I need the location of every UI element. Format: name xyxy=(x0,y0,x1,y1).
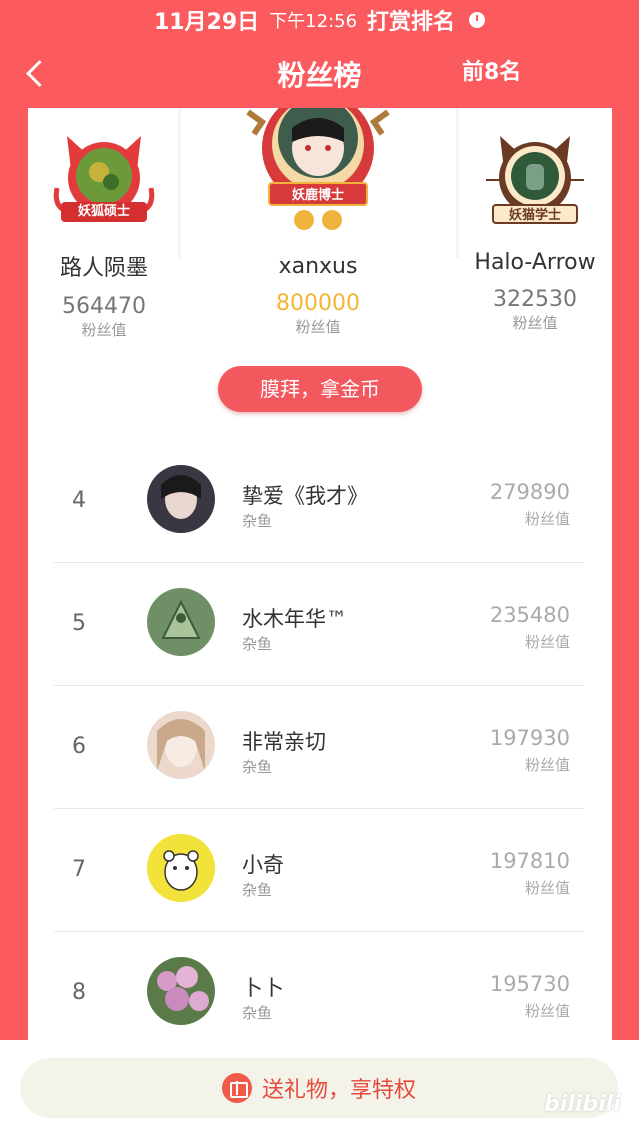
navigation-bar: 粉丝榜 前8名 xyxy=(0,40,639,106)
alarm-clock-icon xyxy=(469,12,486,28)
user-name: 挚爱《我才》 xyxy=(242,484,368,508)
avatar xyxy=(147,588,215,656)
rank-number: 8 xyxy=(72,980,86,1005)
worship-button[interactable]: 膜拜，拿金币 xyxy=(218,366,422,412)
avatar xyxy=(147,957,215,1025)
fan-score: 197930 xyxy=(489,726,570,750)
podium-value: 564470 xyxy=(62,294,146,319)
badge-ribbon: 妖狐硕士 xyxy=(61,202,147,222)
user-level: 杂鱼 xyxy=(242,635,273,653)
podium-rank-3[interactable]: 妖猫学士 Halo-Arrow 322530 粉丝值 xyxy=(458,130,612,333)
avatar xyxy=(147,465,215,533)
fan-score-unit: 粉丝值 xyxy=(524,1002,570,1020)
top-count-label: 前8名 xyxy=(462,60,522,85)
status-time: 下午12:56 xyxy=(269,11,358,32)
status-date: 11月29日 xyxy=(153,10,260,35)
list-item[interactable]: 4 挚爱《我才》 杂鱼 279890 粉丝值 xyxy=(54,440,584,563)
podium-unit: 粉丝值 xyxy=(512,314,558,332)
podium-value: 322530 xyxy=(493,287,577,312)
fan-score: 279890 xyxy=(489,480,570,504)
podium-name: Halo-Arrow xyxy=(474,250,596,275)
user-level: 杂鱼 xyxy=(242,881,273,899)
bilibili-watermark: bilibili xyxy=(544,1092,621,1117)
user-name: 非常亲切 xyxy=(242,730,326,754)
send-gift-button[interactable]: 送礼物，享特权 xyxy=(20,1058,618,1118)
fan-score: 235480 xyxy=(489,603,570,627)
list-item[interactable]: 6 非常亲切 杂鱼 197930 粉丝值 xyxy=(54,686,584,809)
fan-score-unit: 粉丝值 xyxy=(524,510,570,528)
podium-unit: 粉丝值 xyxy=(81,321,127,339)
badge-ribbon: 妖鹿博士 xyxy=(268,182,368,206)
fan-score-unit: 粉丝值 xyxy=(524,756,570,774)
podium-unit: 粉丝值 xyxy=(295,318,341,336)
user-name: 卜卜 xyxy=(242,976,284,1000)
bottom-bar: 送礼物，享特权 xyxy=(0,1040,639,1136)
rank-number: 5 xyxy=(72,611,86,636)
user-level: 杂鱼 xyxy=(242,758,273,776)
fox-badge-icon: 妖狐硕士 xyxy=(49,128,159,228)
user-name: 水木年华™ xyxy=(242,607,347,631)
badge-ribbon: 妖猫学士 xyxy=(492,204,578,224)
podium-value: 800000 xyxy=(276,291,360,316)
deer-badge-icon: 妖鹿博士 xyxy=(228,108,408,238)
rank-number: 6 xyxy=(72,734,86,759)
user-level: 杂鱼 xyxy=(242,512,273,530)
fan-ranking-card: 妖狐硕士 路人陨墨 564470 粉丝值 妖鹿博士 xanxus 800000 … xyxy=(28,108,612,1048)
fan-score: 195730 xyxy=(489,972,570,996)
gift-icon xyxy=(221,1073,252,1103)
podium-name: 路人陨墨 xyxy=(59,256,148,281)
rank-number: 4 xyxy=(72,488,86,513)
list-item[interactable]: 8 卜卜 杂鱼 195730 粉丝值 xyxy=(54,932,584,1048)
status-bar: 11月29日 下午12:56 打赏排名 xyxy=(0,0,639,40)
list-item[interactable]: 5 水木年华™ 杂鱼 235480 粉丝值 xyxy=(54,563,584,686)
user-level: 杂鱼 xyxy=(242,1004,273,1022)
avatar xyxy=(147,834,215,902)
list-item[interactable]: 7 小奇 杂鱼 197810 粉丝值 xyxy=(54,809,584,932)
page-title: 粉丝榜 xyxy=(277,59,362,92)
podium-name: xanxus xyxy=(278,254,358,279)
avatar xyxy=(147,711,215,779)
user-name: 小奇 xyxy=(242,853,284,877)
podium: 妖狐硕士 路人陨墨 564470 粉丝值 妖鹿博士 xanxus 800000 … xyxy=(28,108,612,438)
fan-score-unit: 粉丝值 xyxy=(524,879,570,897)
podium-rank-2[interactable]: 妖狐硕士 路人陨墨 564470 粉丝值 xyxy=(28,128,180,340)
cat-badge-icon: 妖猫学士 xyxy=(480,130,590,230)
fan-score-unit: 粉丝值 xyxy=(524,633,570,651)
send-gift-label: 送礼物，享特权 xyxy=(261,1078,416,1103)
ranking-list: 4 挚爱《我才》 杂鱼 279890 粉丝值 5 水木年华™ 杂鱼 235480… xyxy=(28,440,612,1048)
fan-score: 197810 xyxy=(489,849,570,873)
podium-rank-1[interactable]: 妖鹿博士 xanxus 800000 粉丝值 xyxy=(180,108,456,337)
status-title: 打赏排名 xyxy=(367,10,456,35)
rank-number: 7 xyxy=(72,857,86,882)
